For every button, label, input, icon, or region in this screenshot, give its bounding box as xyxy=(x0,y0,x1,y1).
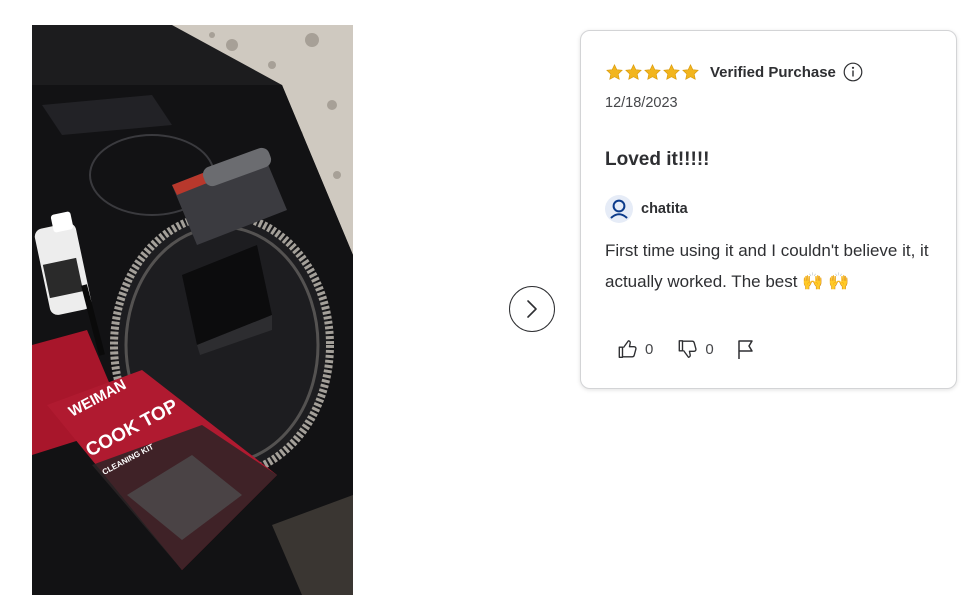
star-icon xyxy=(625,63,642,80)
review-author-name: chatita xyxy=(641,201,688,217)
thumbs-up-icon xyxy=(618,340,637,358)
person-icon xyxy=(610,199,628,219)
info-icon[interactable] xyxy=(843,62,863,82)
helpful-button[interactable]: 0 xyxy=(617,338,653,360)
review-card: Verified Purchase 12/18/2023 Loved it!!!… xyxy=(580,30,957,389)
verified-purchase-label: Verified Purchase xyxy=(710,63,836,81)
review-author-row: chatita xyxy=(605,195,688,223)
star-icon xyxy=(663,63,680,80)
review-actions: 0 0 xyxy=(617,336,756,362)
star-icon xyxy=(644,63,661,80)
unhelpful-button[interactable]: 0 xyxy=(677,338,714,360)
star-rating xyxy=(605,63,700,82)
next-review-button[interactable] xyxy=(509,286,555,332)
cooktop-photo-illustration: WEIMAN COOK TOP CLEANING KIT xyxy=(32,25,353,595)
star-icon xyxy=(682,63,699,80)
review-date: 12/18/2023 xyxy=(605,95,678,111)
star-icon xyxy=(606,63,623,80)
review-title: Loved it!!!!! xyxy=(605,149,710,170)
review-body: First time using it and I couldn't belie… xyxy=(605,241,929,291)
helpful-count: 0 xyxy=(645,340,654,358)
rating-row: Verified Purchase xyxy=(605,61,863,83)
flag-icon xyxy=(737,340,753,359)
unhelpful-count: 0 xyxy=(705,340,714,358)
report-review-button[interactable] xyxy=(736,338,756,360)
review-photo[interactable]: WEIMAN COOK TOP CLEANING KIT xyxy=(32,25,353,595)
thumbs-down-icon xyxy=(678,340,697,358)
avatar xyxy=(605,195,633,223)
chevron-right-icon xyxy=(527,300,537,318)
